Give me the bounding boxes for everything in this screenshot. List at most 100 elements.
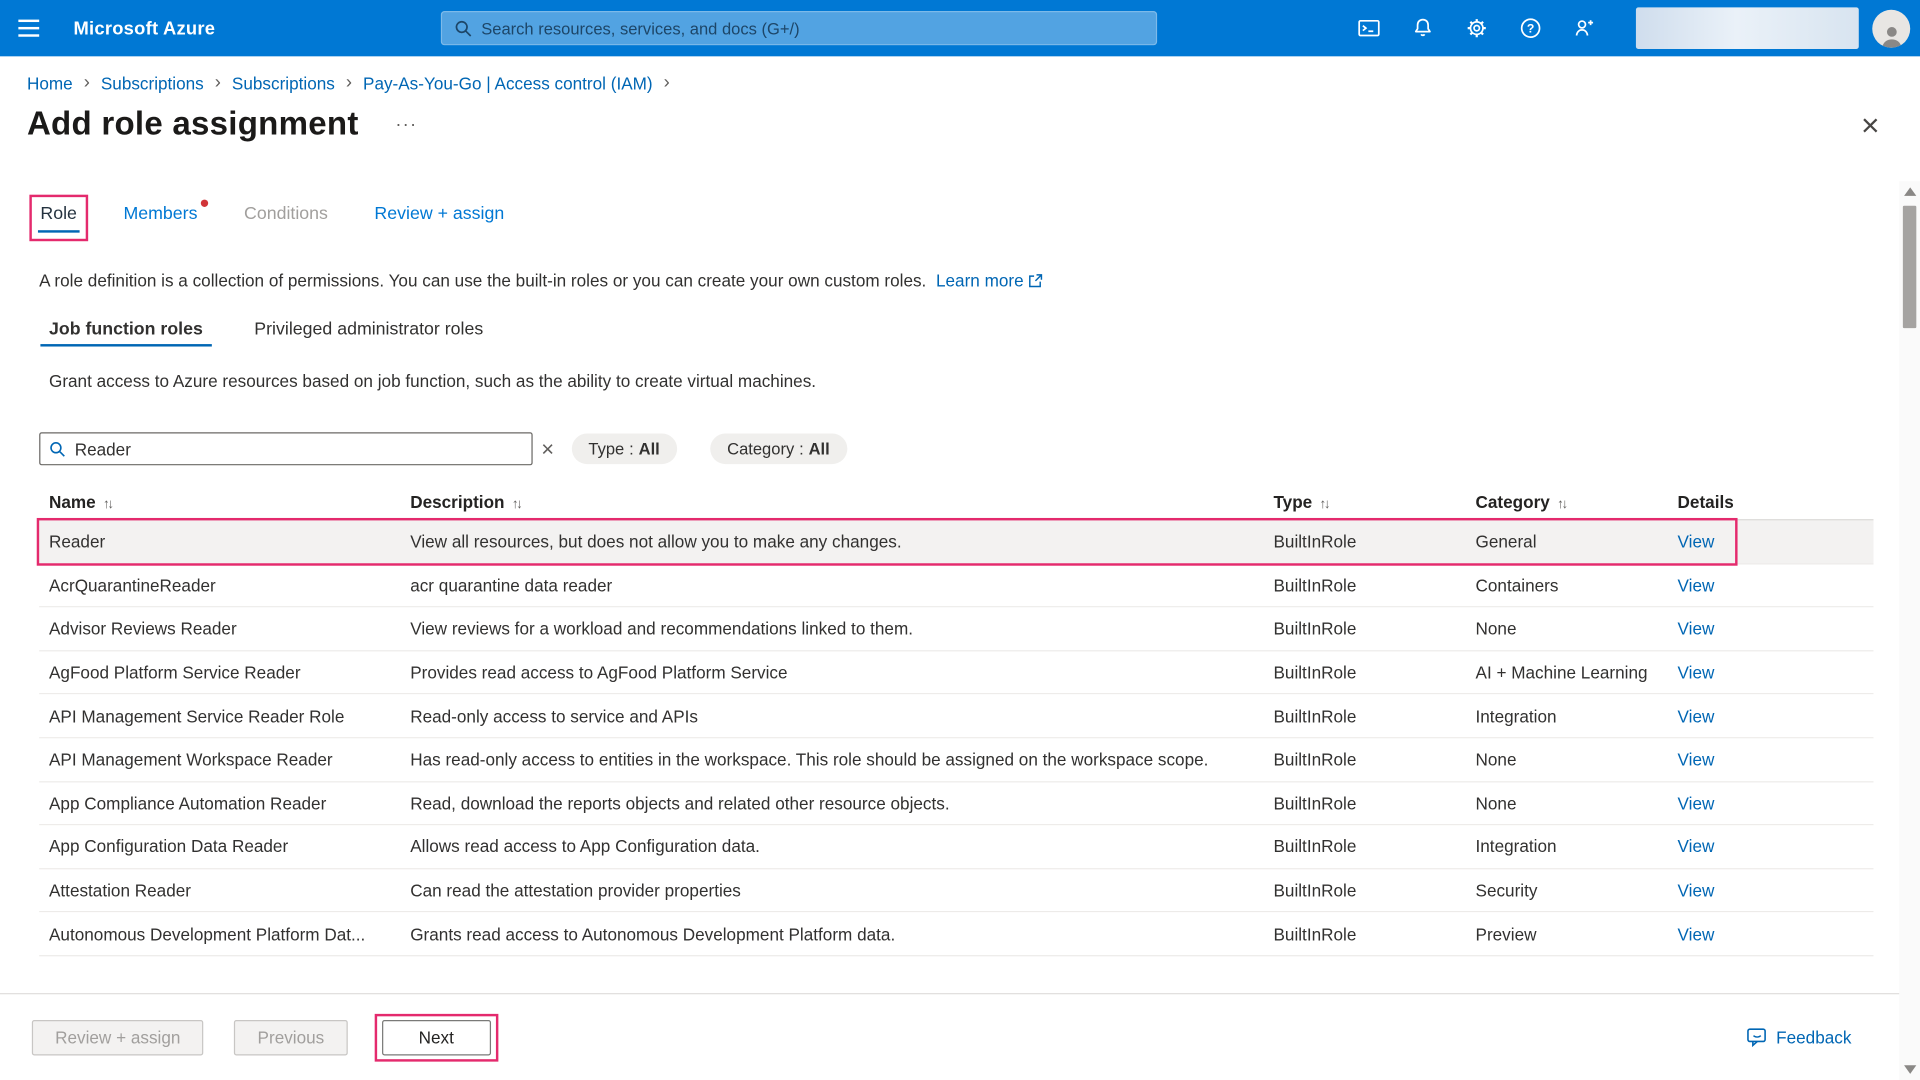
role-description: acr quarantine data reader — [400, 575, 1263, 595]
view-link[interactable]: View — [1678, 837, 1715, 857]
azure-portal: Microsoft Azure — [0, 0, 1920, 1080]
clear-search-button[interactable]: × — [541, 438, 554, 460]
role-category: None — [1466, 619, 1668, 639]
help-button[interactable]: ? — [1504, 0, 1558, 56]
role-type: BuiltInRole — [1264, 706, 1466, 726]
tab-review-assign[interactable]: Review + assign — [374, 204, 504, 238]
role-category: None — [1466, 750, 1668, 770]
scrollbar-thumb[interactable] — [1903, 206, 1916, 328]
role-type: BuiltInRole — [1264, 793, 1466, 813]
tab-conditions: Conditions — [244, 204, 328, 238]
gear-icon — [1464, 16, 1488, 40]
role-description: Read, download the reports objects and r… — [400, 793, 1263, 813]
role-details: View — [1668, 575, 1874, 595]
role-category: Integration — [1466, 837, 1668, 857]
bottom-bar: Review + assign Previous Next Feedback — [0, 993, 1920, 1080]
scroll-down-arrow[interactable] — [1903, 1065, 1915, 1074]
table-row[interactable]: App Compliance Automation ReaderRead, do… — [39, 782, 1873, 826]
view-link[interactable]: View — [1678, 532, 1715, 552]
view-link[interactable]: View — [1678, 663, 1715, 683]
chevron-right-icon: › — [664, 72, 670, 93]
svg-text:?: ? — [1527, 22, 1534, 36]
tab-label: Conditions — [244, 204, 328, 224]
role-category: Containers — [1466, 575, 1668, 595]
table-row[interactable]: Autonomous Development Platform Dat...Gr… — [39, 913, 1873, 957]
tab-members[interactable]: Members — [123, 204, 197, 238]
column-header-description[interactable]: Description↑↓ — [400, 492, 1263, 512]
role-name: AcrQuarantineReader — [39, 575, 400, 595]
scrollbar[interactable] — [1899, 181, 1920, 1080]
role-type: BuiltInRole — [1264, 924, 1466, 944]
page-title: Add role assignment — [27, 105, 359, 143]
product-title: Microsoft Azure — [73, 18, 215, 39]
breadcrumb-iam[interactable]: Pay-As-You-Go | Access control (IAM) — [363, 73, 653, 93]
role-category: General — [1466, 532, 1668, 552]
previous-button: Previous — [234, 1019, 347, 1055]
role-details: View — [1668, 663, 1874, 683]
scroll-up-arrow[interactable] — [1903, 187, 1915, 196]
breadcrumb-subscriptions[interactable]: Subscriptions — [101, 73, 204, 93]
portal-menu-button[interactable] — [0, 0, 56, 56]
feedback-button[interactable] — [1558, 0, 1612, 56]
role-type: BuiltInRole — [1264, 619, 1466, 639]
help-icon: ? — [1518, 16, 1542, 40]
next-button[interactable]: Next — [382, 1019, 491, 1055]
account-info-redacted — [1636, 7, 1859, 49]
role-type: BuiltInRole — [1264, 880, 1466, 900]
breadcrumb: Home › Subscriptions › Subscriptions › P… — [0, 56, 1920, 93]
view-link[interactable]: View — [1678, 706, 1715, 726]
cloud-shell-icon — [1357, 16, 1381, 40]
more-options-button[interactable]: ··· — [395, 114, 417, 135]
person-feedback-icon — [1572, 16, 1596, 40]
role-name: API Management Service Reader Role — [39, 706, 400, 726]
settings-button[interactable] — [1450, 0, 1504, 56]
tab-privileged-administrator-roles[interactable]: Privileged administrator roles — [246, 320, 492, 354]
column-header-name[interactable]: Name↑↓ — [39, 492, 400, 512]
global-search-input[interactable] — [481, 19, 1143, 37]
role-description: View all resources, but does not allow y… — [400, 532, 1263, 552]
category-filter[interactable]: Category:All — [710, 433, 847, 464]
role-table-body: ReaderView all resources, but does not a… — [39, 520, 1873, 956]
cloud-shell-button[interactable] — [1342, 0, 1396, 56]
table-row[interactable]: App Configuration Data ReaderAllows read… — [39, 825, 1873, 869]
table-row[interactable]: Advisor Reviews ReaderView reviews for a… — [39, 608, 1873, 652]
sort-icon: ↑↓ — [512, 497, 521, 512]
external-link-icon — [1027, 273, 1043, 289]
learn-more-link[interactable]: Learn more — [936, 271, 1043, 291]
breadcrumb-home[interactable]: Home — [27, 73, 73, 93]
hamburger-icon — [18, 20, 39, 22]
table-row[interactable]: AcrQuarantineReaderacr quarantine data r… — [39, 564, 1873, 608]
view-link[interactable]: View — [1678, 750, 1715, 770]
notifications-button[interactable] — [1396, 0, 1450, 56]
role-description: Grants read access to Autonomous Develop… — [400, 924, 1263, 944]
view-link[interactable]: View — [1678, 575, 1715, 595]
table-row[interactable]: Attestation ReaderCan read the attestati… — [39, 869, 1873, 913]
type-filter[interactable]: Type:All — [571, 433, 677, 464]
person-icon — [1878, 23, 1905, 47]
tab-job-function-roles[interactable]: Job function roles — [40, 320, 211, 354]
view-link[interactable]: View — [1678, 880, 1715, 900]
bell-icon — [1411, 16, 1435, 40]
table-row[interactable]: ReaderView all resources, but does not a… — [39, 520, 1873, 564]
close-button[interactable]: × — [1861, 108, 1880, 140]
chevron-right-icon: › — [215, 72, 221, 93]
view-link[interactable]: View — [1678, 619, 1715, 639]
column-header-category[interactable]: Category↑↓ — [1466, 492, 1668, 512]
tab-role[interactable]: Role — [40, 204, 77, 238]
view-link[interactable]: View — [1678, 793, 1715, 813]
feedback-link[interactable]: Feedback — [1746, 1026, 1852, 1048]
role-category: None — [1466, 793, 1668, 813]
search-icon — [49, 440, 66, 457]
role-search-input[interactable] — [75, 439, 523, 459]
table-row[interactable]: API Management Service Reader RoleRead-o… — [39, 695, 1873, 739]
view-link[interactable]: View — [1678, 924, 1715, 944]
role-type: BuiltInRole — [1264, 575, 1466, 595]
tab-label: Review + assign — [374, 204, 504, 224]
table-row[interactable]: AgFood Platform Service ReaderProvides r… — [39, 651, 1873, 695]
page-header: Add role assignment ··· × — [0, 93, 1920, 143]
breadcrumb-subscriptions-2[interactable]: Subscriptions — [232, 73, 335, 93]
table-row[interactable]: API Management Workspace ReaderHas read-… — [39, 738, 1873, 782]
column-header-type[interactable]: Type↑↓ — [1264, 492, 1466, 512]
role-details: View — [1668, 880, 1874, 900]
avatar[interactable] — [1872, 9, 1910, 47]
